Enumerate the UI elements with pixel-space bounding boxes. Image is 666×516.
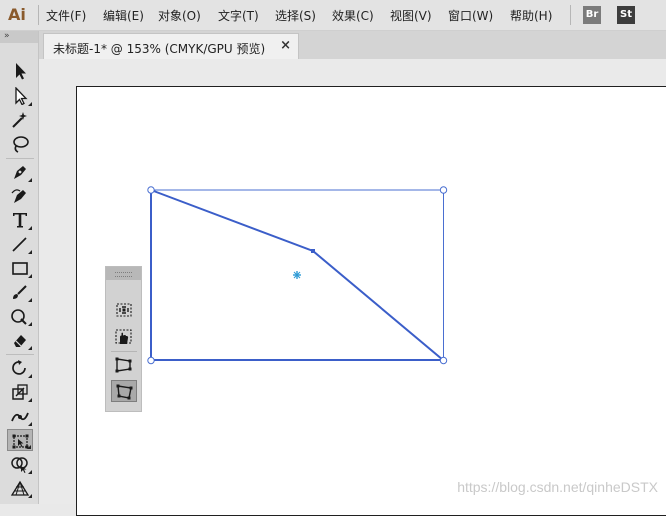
eraser-tool[interactable] xyxy=(7,329,33,351)
lasso-icon xyxy=(13,136,29,153)
type-t-icon xyxy=(13,213,27,228)
rotate-icon xyxy=(12,360,26,375)
rectangle-icon xyxy=(12,262,28,275)
direct-selection-tool[interactable] xyxy=(7,85,33,107)
free-transform-constrain-tool[interactable] xyxy=(111,299,137,321)
lasso-tool[interactable] xyxy=(7,133,33,155)
hand-transform-icon xyxy=(115,329,132,344)
bbox-handle-bottom-left[interactable] xyxy=(147,356,155,365)
watermark: https://blog.csdn.net/qinheDSTX xyxy=(457,479,658,495)
tools-panel-header[interactable]: » xyxy=(0,31,38,43)
selection-tool[interactable] xyxy=(7,60,33,82)
tools-panel: » xyxy=(0,31,39,504)
pen-curve-icon xyxy=(11,189,26,203)
shape-builder-icon xyxy=(11,457,28,473)
pen-tool[interactable] xyxy=(7,161,33,183)
flyout-separator xyxy=(111,351,137,352)
tool-separator xyxy=(6,354,34,355)
free-transform-tool-option[interactable] xyxy=(111,326,137,348)
bbox-handle-top-right[interactable] xyxy=(439,186,448,194)
free-transform-flyout xyxy=(105,266,142,412)
line-icon xyxy=(12,237,27,252)
arrow-filled-icon xyxy=(16,63,26,80)
center-point-icon xyxy=(293,271,301,279)
magic-wand-icon xyxy=(12,112,27,128)
perspective-grid-icon xyxy=(10,480,30,496)
bbox-handle-bottom-right[interactable] xyxy=(439,356,448,365)
magic-wand-tool[interactable] xyxy=(7,109,33,131)
eraser-icon xyxy=(14,335,26,347)
free-distort-tool[interactable] xyxy=(111,380,137,402)
type-tool[interactable] xyxy=(7,209,33,231)
perspective-distort-icon xyxy=(115,357,132,373)
shape-builder-tool[interactable] xyxy=(7,453,33,475)
artwork-layer xyxy=(147,186,448,365)
shaper-icon xyxy=(11,309,27,325)
shaper-tool[interactable] xyxy=(7,305,33,327)
pen-icon xyxy=(14,166,26,179)
curvature-tool[interactable] xyxy=(7,185,33,207)
perspective-grid-tool[interactable] xyxy=(7,477,33,499)
free-distort-icon xyxy=(116,384,133,400)
anchor-point[interactable] xyxy=(311,249,315,253)
width-icon xyxy=(11,412,29,422)
scale-tool[interactable] xyxy=(7,381,33,403)
arrow-hollow-icon xyxy=(15,87,28,105)
rectangle-tool[interactable] xyxy=(7,257,33,279)
flyout-header[interactable] xyxy=(106,267,141,280)
constrain-icon xyxy=(116,303,132,317)
perspective-distort-tool[interactable] xyxy=(111,354,137,376)
bbox-handle-top-left[interactable] xyxy=(147,186,155,194)
line-segment-tool[interactable] xyxy=(7,233,33,255)
free-transform-tool[interactable] xyxy=(7,429,33,451)
tool-separator xyxy=(6,158,34,159)
rotate-tool[interactable] xyxy=(7,357,33,379)
grip-icon[interactable] xyxy=(115,272,132,277)
scale-icon xyxy=(12,384,28,400)
width-tool[interactable] xyxy=(7,405,33,427)
paintbrush-tool[interactable] xyxy=(7,281,33,303)
brush-icon xyxy=(13,285,27,299)
